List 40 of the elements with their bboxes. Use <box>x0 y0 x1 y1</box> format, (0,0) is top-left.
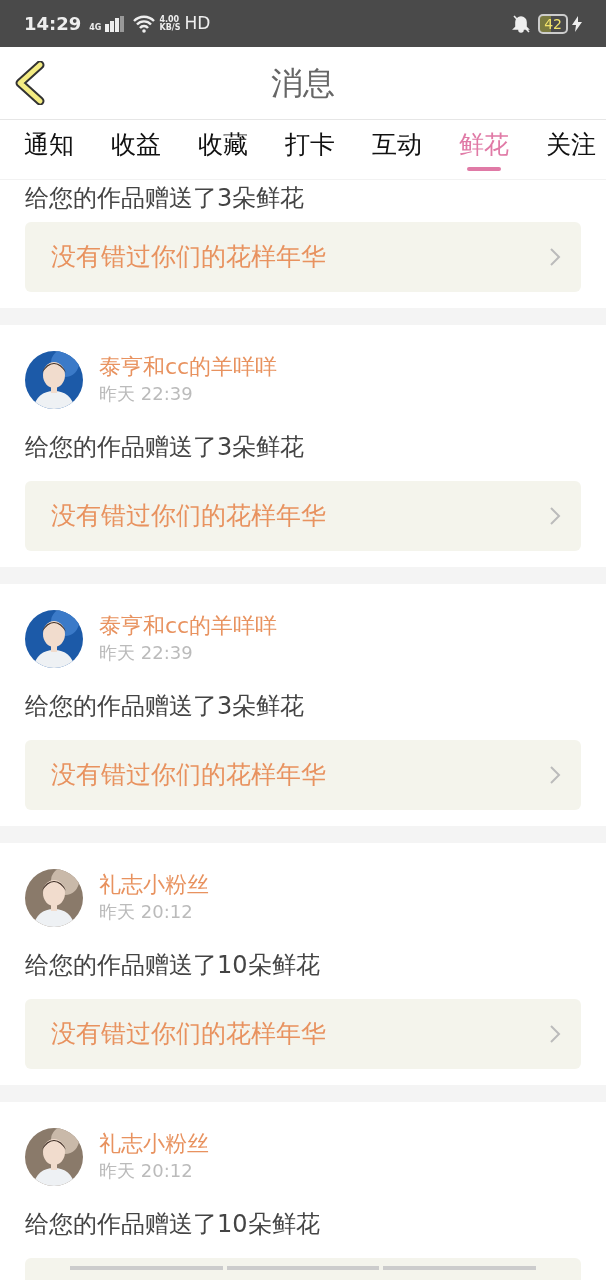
work-link[interactable]: 没有错过你们的花样年华 <box>25 481 581 551</box>
timestamp: 昨天 22:39 <box>99 382 194 406</box>
chevron-right-icon <box>549 1024 561 1044</box>
chevron-right-icon <box>549 506 561 526</box>
user-name[interactable]: 泰亨和cc的羊咩咩 <box>99 612 278 640</box>
chevron-right-icon <box>549 247 561 267</box>
work-link[interactable]: 没有错过你们的花样年华 <box>25 222 581 292</box>
wifi-icon <box>133 14 156 33</box>
tab[interactable]: 通知 <box>24 125 74 174</box>
battery-level: 42 <box>544 16 562 31</box>
message-text: 给您的作品赠送了10朵鲜花 <box>25 1209 321 1240</box>
user-name[interactable]: 泰亨和cc的羊咩咩 <box>99 353 278 381</box>
page-title: 消息 <box>271 63 335 104</box>
message-text: 给您的作品赠送了3朵鲜花 <box>25 432 306 463</box>
tab[interactable]: 收藏 <box>198 125 248 174</box>
message-text: 给您的作品赠送了10朵鲜花 <box>25 950 321 981</box>
tab[interactable]: 打卡 <box>285 125 335 174</box>
chevron-right-icon <box>549 765 561 785</box>
timestamp: 昨天 20:12 <box>99 1159 194 1183</box>
muted-bell-icon <box>512 14 531 33</box>
speed-value: 4.00 <box>159 15 181 24</box>
clock: 14:29 <box>24 12 82 36</box>
back-button[interactable] <box>14 61 46 105</box>
timestamp: 昨天 22:39 <box>99 641 194 665</box>
tab[interactable]: 收益 <box>111 125 161 174</box>
charging-icon <box>572 15 582 32</box>
user-name[interactable]: 礼志小粉丝 <box>99 1130 209 1158</box>
speed-unit: KB/S <box>159 23 181 32</box>
tab[interactable]: 互动 <box>372 125 422 174</box>
signal-icon <box>105 15 126 32</box>
message-text: 给您的作品赠送了3朵鲜花 <box>25 183 306 214</box>
timestamp: 昨天 20:12 <box>99 900 194 924</box>
work-link[interactable]: 没有错过你们的花样年华 <box>25 999 581 1069</box>
message-text: 给您的作品赠送了3朵鲜花 <box>25 691 306 722</box>
network-label: 4G <box>89 23 102 32</box>
tab[interactable]: 鲜花 <box>459 125 509 174</box>
hd-label: HD <box>184 11 211 35</box>
user-name[interactable]: 礼志小粉丝 <box>99 871 209 899</box>
work-link[interactable]: 没有错过你们的花样年华 <box>25 740 581 810</box>
tab[interactable]: 关注 <box>546 125 596 174</box>
